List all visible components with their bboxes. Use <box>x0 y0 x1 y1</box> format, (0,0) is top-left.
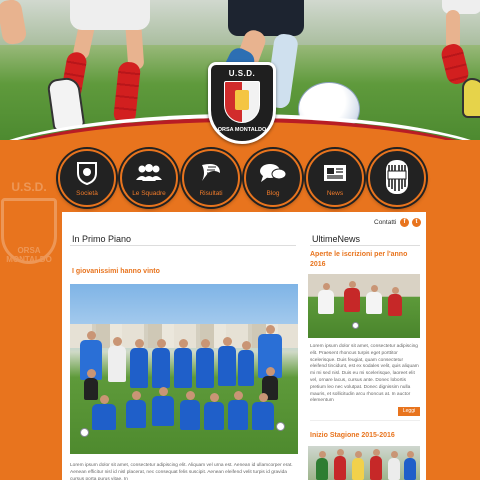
photo-person <box>174 339 192 388</box>
divider <box>310 245 420 246</box>
player-shorts <box>228 0 304 36</box>
crest-icon <box>60 161 114 185</box>
news-photo[interactable] <box>308 274 420 338</box>
group-icon <box>122 161 176 185</box>
club-logo[interactable]: U.S.D. ORSA MONTALDO <box>208 62 276 144</box>
photo-person <box>318 283 334 314</box>
photo-ball <box>80 428 89 437</box>
photo-person <box>152 339 170 388</box>
divider <box>70 245 296 246</box>
chat-bubbles-icon <box>246 161 300 185</box>
nav-item-juventus[interactable] <box>368 149 426 207</box>
news-title-link[interactable]: Inizio Stagione 2015-2016 <box>310 431 422 441</box>
article-title-link[interactable]: I giovanissimi hanno vinto <box>72 268 160 275</box>
nav-label: News <box>326 190 344 197</box>
news-photo[interactable] <box>308 446 420 480</box>
photo-person <box>238 341 254 386</box>
photo-person <box>352 451 364 480</box>
twitter-icon[interactable]: t <box>412 218 421 227</box>
photo-person <box>218 337 236 386</box>
content-panel: Contatti f t In Primo Piano UltimeNews I… <box>62 212 426 480</box>
player-shoe <box>462 78 480 118</box>
photo-person <box>228 391 248 430</box>
club-shield-icon <box>224 81 260 123</box>
photo-person <box>370 449 382 480</box>
watermark-logo: U.S.D. ORSA MONTALDO <box>0 180 64 288</box>
read-more-button[interactable]: Leggi <box>398 407 420 416</box>
newspaper-icon <box>308 161 362 185</box>
photo-person <box>252 393 274 430</box>
juventus-logo-icon <box>370 157 424 197</box>
article-excerpt: Lorem ipsum dolor sit amet, consectetur … <box>70 463 293 480</box>
photo-person <box>196 339 214 388</box>
photo-person <box>334 449 346 480</box>
photo-person <box>316 451 328 480</box>
main-nav: Società Le Squadre Risultati Blog News <box>58 149 428 211</box>
photo-person <box>388 451 400 480</box>
contatti-link[interactable]: Contatti <box>374 219 396 226</box>
divider <box>310 420 420 421</box>
photo-person <box>92 395 116 430</box>
photo-person <box>108 337 126 382</box>
photo-person <box>366 285 382 314</box>
facebook-icon[interactable]: f <box>400 218 409 227</box>
nav-item-risultati[interactable]: Risultati <box>182 149 240 207</box>
photo-person <box>204 393 224 430</box>
nav-item-news[interactable]: News <box>306 149 364 207</box>
photo-person <box>84 369 98 400</box>
player-shorts <box>70 0 150 30</box>
watermark-bottom-text: ORSA MONTALDO <box>6 246 52 264</box>
photo-ball <box>276 422 285 431</box>
nav-label: Società <box>76 190 98 197</box>
photo-person <box>344 281 360 312</box>
photo-ball <box>352 322 359 329</box>
photo-person <box>126 391 146 428</box>
photo-person <box>404 451 416 480</box>
nav-item-squadre[interactable]: Le Squadre <box>120 149 178 207</box>
nav-label: Blog <box>266 190 280 197</box>
trophy-icon <box>184 161 238 185</box>
photo-person <box>130 339 148 388</box>
photo-person <box>152 387 174 426</box>
photo-person <box>180 391 200 430</box>
nav-label: Le Squadre <box>132 190 166 197</box>
news-excerpt: Lorem ipsum dolor sit amet, consectetur … <box>310 344 419 404</box>
watermark-top-text: U.S.D. <box>11 180 47 194</box>
team-photo[interactable] <box>70 284 298 454</box>
section-title-primo-piano: In Primo Piano <box>72 234 132 244</box>
nav-item-societa[interactable]: Società <box>58 149 116 207</box>
club-logo-top-text: U.S.D. <box>228 69 256 78</box>
nav-item-blog[interactable]: Blog <box>244 149 302 207</box>
photo-person <box>388 287 402 316</box>
player-sock <box>112 61 142 125</box>
nav-label: Risultati <box>199 190 223 197</box>
section-title-ultime-news: UltimeNews <box>312 234 361 244</box>
club-logo-bottom-text: ORSA MONTALDO <box>217 127 267 133</box>
news-title-link[interactable]: Aperte le iscrizioni per l'anno 2016 <box>310 250 422 270</box>
